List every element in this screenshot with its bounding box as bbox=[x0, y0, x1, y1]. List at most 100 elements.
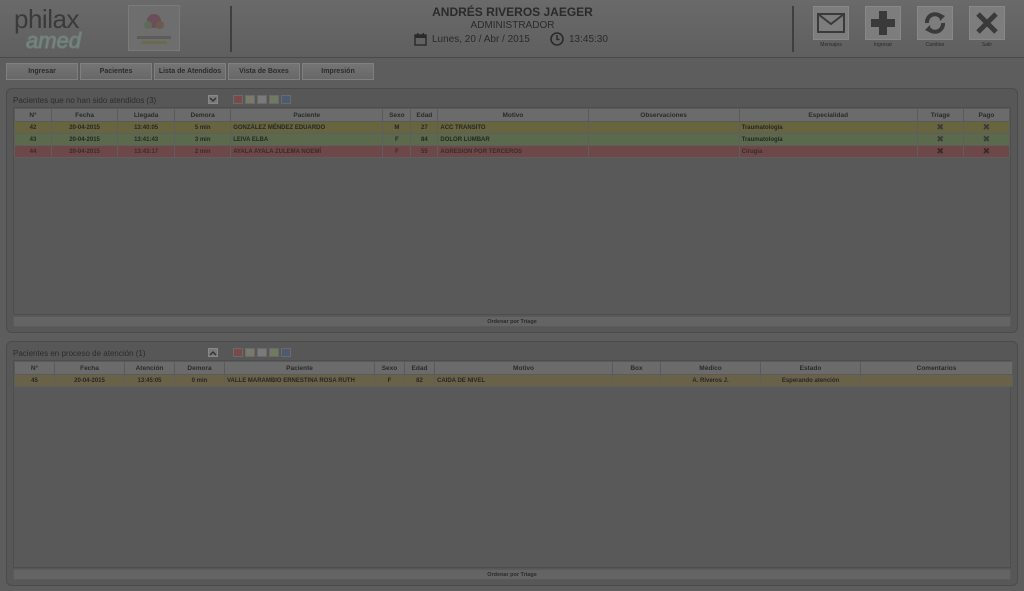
progress-triage-filters bbox=[233, 348, 291, 357]
cell-delay: 3 min bbox=[174, 133, 232, 146]
cell-sex: F bbox=[374, 374, 405, 387]
cell-delay: 2 min bbox=[174, 145, 232, 158]
col-header[interactable]: N° bbox=[13, 108, 53, 122]
cell-sex: F bbox=[382, 145, 412, 158]
col-header[interactable]: Paciente bbox=[230, 108, 384, 122]
payment-x-icon[interactable]: ✖ bbox=[962, 133, 1011, 146]
col-header[interactable]: Demora bbox=[174, 108, 232, 122]
menu-lista-atendidos[interactable]: Lista de Atendidos bbox=[154, 63, 226, 80]
col-header[interactable]: Pago bbox=[962, 108, 1011, 122]
refresh-icon bbox=[917, 6, 953, 40]
col-header[interactable]: Triage bbox=[916, 108, 964, 122]
col-header[interactable]: Demora bbox=[174, 361, 225, 375]
table-row[interactable]: 45 20-04-2015 13:45:05 0 min VALLE MARAM… bbox=[14, 374, 1013, 387]
col-header[interactable]: Fecha bbox=[51, 108, 119, 122]
philax-logo: philax amed bbox=[14, 6, 104, 53]
filter-white[interactable] bbox=[257, 348, 267, 357]
col-header[interactable]: Paciente bbox=[224, 361, 375, 375]
filter-yellow[interactable] bbox=[245, 348, 255, 357]
waiting-sort-by-triage[interactable]: Ordenar por Triage bbox=[13, 316, 1011, 327]
refresh-label: Cambiar bbox=[925, 42, 945, 48]
menu-pacientes[interactable]: Pacientes bbox=[80, 63, 152, 80]
filter-white[interactable] bbox=[257, 95, 267, 104]
cell-reason: CAIDA DE NIVEL bbox=[434, 374, 613, 387]
col-header[interactable]: Atención bbox=[124, 361, 175, 375]
col-header[interactable]: N° bbox=[14, 361, 55, 375]
cell-box bbox=[612, 374, 661, 387]
menu-ingresar[interactable]: Ingresar bbox=[6, 63, 78, 80]
cell-number: 43 bbox=[13, 133, 53, 146]
filter-red[interactable] bbox=[233, 95, 243, 104]
triage-x-icon[interactable]: ✖ bbox=[916, 133, 964, 146]
col-header[interactable]: Sexo bbox=[374, 361, 405, 375]
table-row[interactable]: 42 20-04-2015 13:40:05 5 min GONZÁLEZ MÉ… bbox=[13, 121, 1011, 134]
logo-text-sub: amed bbox=[26, 28, 82, 53]
waiting-patients-panel: Pacientes que no han sido atendidos (3) … bbox=[6, 88, 1018, 333]
waiting-patients-table: N° Fecha Llegada Demora Paciente Sexo Ed… bbox=[13, 107, 1011, 315]
menu-impresion[interactable]: Impresión bbox=[302, 63, 374, 80]
triage-x-icon[interactable]: ✖ bbox=[916, 121, 964, 134]
add-patient-button[interactable]: Ingresar bbox=[863, 6, 903, 52]
col-header[interactable]: Llegada bbox=[117, 108, 176, 122]
cell-number: 42 bbox=[13, 121, 53, 134]
col-header[interactable]: Estado bbox=[760, 361, 861, 375]
chevron-down-icon bbox=[209, 96, 217, 102]
messages-button[interactable]: Mensajes bbox=[811, 6, 851, 52]
exit-label: Salir bbox=[981, 42, 992, 48]
messages-label: Mensajes bbox=[820, 42, 842, 48]
col-header[interactable]: Sexo bbox=[382, 108, 412, 122]
clock-icon bbox=[550, 32, 564, 46]
col-header[interactable]: Box bbox=[612, 361, 661, 375]
col-header[interactable]: Observaciones bbox=[587, 108, 740, 122]
payment-x-icon[interactable]: ✖ bbox=[962, 145, 1011, 158]
col-header[interactable]: Especialidad bbox=[738, 108, 918, 122]
payment-x-icon[interactable]: ✖ bbox=[962, 121, 1011, 134]
table-row[interactable]: 43 20-04-2015 13:41:43 3 min LEIVA ELBA … bbox=[13, 133, 1011, 146]
progress-sort-by-triage[interactable]: Ordenar por Triage bbox=[13, 569, 1011, 580]
col-header[interactable]: Médico bbox=[660, 361, 761, 375]
table-header-row: N° Fecha Llegada Demora Paciente Sexo Ed… bbox=[13, 108, 1011, 122]
filter-blue[interactable] bbox=[281, 95, 291, 104]
filter-green[interactable] bbox=[269, 95, 279, 104]
cell-specialty: Traumatología bbox=[738, 121, 918, 134]
user-name: ANDRÉS RIVEROS JAEGER bbox=[432, 5, 593, 19]
cell-date: 20-04-2015 bbox=[54, 374, 125, 387]
col-header[interactable]: Motivo bbox=[434, 361, 613, 375]
progress-collapse-button[interactable] bbox=[208, 348, 218, 357]
cell-age: 27 bbox=[410, 121, 439, 134]
col-header[interactable]: Edad bbox=[410, 108, 439, 122]
cell-patient: GONZÁLEZ MÉNDEZ EDUARDO bbox=[230, 121, 384, 134]
table-row[interactable]: 44 20-04-2015 13:43:17 2 min AYALA AYALA… bbox=[13, 145, 1011, 158]
exit-button[interactable]: Salir bbox=[967, 6, 1007, 52]
cell-date: 20-04-2015 bbox=[51, 121, 119, 134]
col-header[interactable]: Fecha bbox=[54, 361, 125, 375]
cell-comments bbox=[860, 374, 1013, 387]
waiting-panel-title: Pacientes que no han sido atendidos (3) bbox=[13, 95, 157, 105]
date-text: Lunes, 20 / Abr / 2015 bbox=[432, 33, 530, 45]
cell-arrival: 13:40:05 bbox=[117, 121, 176, 134]
current-date: Lunes, 20 / Abr / 2015 bbox=[414, 31, 530, 47]
col-header[interactable]: Motivo bbox=[437, 108, 589, 122]
triage-x-icon[interactable]: ✖ bbox=[916, 145, 964, 158]
col-header[interactable]: Edad bbox=[404, 361, 435, 375]
waiting-collapse-button[interactable] bbox=[208, 95, 218, 104]
filter-green[interactable] bbox=[269, 348, 279, 357]
header-divider-left bbox=[230, 6, 232, 52]
cell-sex: M bbox=[382, 121, 412, 134]
cell-arrival: 13:43:17 bbox=[117, 145, 176, 158]
refresh-button[interactable]: Cambiar bbox=[915, 6, 955, 52]
in-progress-patients-table: N° Fecha Atención Demora Paciente Sexo E… bbox=[13, 360, 1013, 568]
cell-observations bbox=[587, 121, 740, 134]
cell-age: 82 bbox=[404, 374, 435, 387]
cell-status: Esperando atención bbox=[760, 374, 861, 387]
filter-red[interactable] bbox=[233, 348, 243, 357]
time-text: 13:45:30 bbox=[569, 33, 608, 45]
filter-blue[interactable] bbox=[281, 348, 291, 357]
cell-reason: DOLOR LUMBAR bbox=[437, 133, 589, 146]
filter-yellow[interactable] bbox=[245, 95, 255, 104]
cell-observations bbox=[587, 133, 740, 146]
main-menu: Ingresar Pacientes Lista de Atendidos Vi… bbox=[6, 63, 374, 80]
col-header[interactable]: Comentarios bbox=[860, 361, 1013, 375]
cell-age: 84 bbox=[410, 133, 439, 146]
menu-vista-boxes[interactable]: Vista de Boxes bbox=[228, 63, 300, 80]
